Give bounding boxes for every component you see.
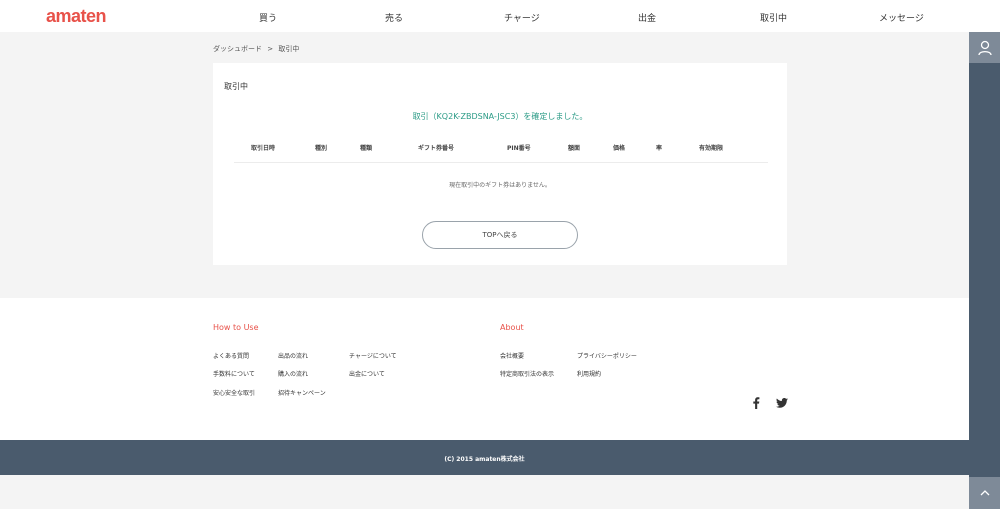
side-rail	[969, 32, 1000, 509]
nav-trading[interactable]: 取引中	[760, 11, 787, 24]
back-to-top-button[interactable]: TOPへ戻る	[422, 221, 578, 249]
amaten-logo[interactable]: amaten	[46, 6, 107, 27]
facebook-link[interactable]	[750, 397, 762, 409]
nav-sell[interactable]: 売る	[385, 11, 403, 24]
nav-charge[interactable]: チャージ	[504, 11, 540, 24]
column-header-type: 種類	[360, 145, 373, 152]
column-header-kind: 種別	[315, 145, 328, 152]
footer-link-privacy[interactable]: プライバシーポリシー	[577, 351, 637, 360]
breadcrumb-current: 取引中	[278, 45, 300, 53]
copyright-text: (C) 2015 amaten株式会社	[444, 456, 525, 463]
footer-link-withdraw[interactable]: 出金について	[349, 369, 385, 378]
breadcrumb-dashboard[interactable]: ダッシュボード	[213, 45, 262, 53]
about-heading: About	[500, 323, 524, 332]
column-header-date: 取引日時	[251, 145, 276, 152]
footer: How to Use よくある質問 出品の流れ チャージについて 手数料について…	[0, 298, 969, 440]
column-header-pin: PIN番号	[507, 145, 531, 152]
footer-link-invite-campaign[interactable]: 招待キャンペーン	[278, 388, 326, 397]
column-header-rate: 率	[656, 145, 663, 152]
footer-link-company[interactable]: 会社概要	[500, 351, 524, 360]
user-menu-button[interactable]	[969, 32, 1000, 63]
twitter-icon	[776, 398, 788, 408]
footer-link-fees[interactable]: 手数料について	[213, 369, 255, 378]
nav-buy[interactable]: 買う	[259, 11, 277, 24]
breadcrumb: ダッシュボード > 取引中	[213, 44, 302, 54]
footer-link-terms[interactable]: 利用規約	[577, 369, 601, 378]
user-icon	[977, 40, 992, 55]
chevron-up-icon	[980, 490, 989, 496]
column-header-price: 価格	[613, 145, 626, 152]
footer-link-safe-trade[interactable]: 安心安全な取引	[213, 388, 255, 397]
nav-withdraw[interactable]: 出金	[638, 11, 656, 24]
footer-link-charge[interactable]: チャージについて	[349, 351, 397, 360]
footer-link-faq[interactable]: よくある質問	[213, 351, 249, 360]
facebook-icon	[753, 397, 760, 409]
twitter-link[interactable]	[776, 397, 788, 409]
table-divider	[234, 162, 768, 163]
footer-link-purchase-flow[interactable]: 購入の流れ	[278, 369, 308, 378]
footer-link-commercial-law[interactable]: 特定商取引法の表示	[500, 369, 554, 378]
breadcrumb-separator: >	[267, 45, 274, 53]
column-header-face-value: 額面	[568, 145, 581, 152]
scroll-top-button[interactable]	[969, 477, 1000, 509]
top-header: amaten 買う 売る チャージ 出金 取引中 メッセージ	[0, 0, 1000, 32]
nav-messages[interactable]: メッセージ	[879, 11, 924, 24]
how-to-use-heading: How to Use	[213, 323, 259, 332]
footer-link-listing-flow[interactable]: 出品の流れ	[278, 351, 308, 360]
page-title: 取引中	[224, 82, 248, 91]
confirm-message: 取引（KQ2K-ZBDSNA-JSC3）を確定しました。	[412, 112, 588, 121]
trading-card: 取引中 取引（KQ2K-ZBDSNA-JSC3）を確定しました。 取引日時 種別…	[213, 63, 787, 265]
column-header-expiry: 有効期限	[699, 145, 724, 152]
copyright-bar: (C) 2015 amaten株式会社	[0, 440, 969, 475]
column-header-gift-number: ギフト券番号	[418, 145, 455, 152]
empty-table-message: 現在取引中のギフト券はありません。	[449, 182, 551, 189]
